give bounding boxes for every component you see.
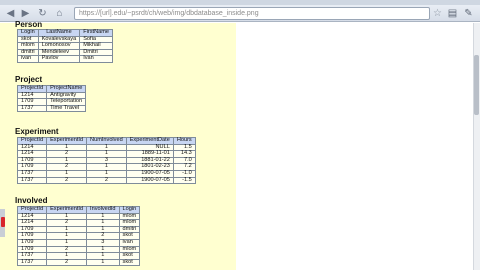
table-cell: 1737	[16, 176, 48, 185]
table-row: 1737 1 1 skot	[16, 252, 141, 260]
address-bar[interactable]: https://[url].edu/~psrdt/ch/web/img/dbda…	[74, 7, 430, 20]
table-row: 1214 2 1 mlom	[16, 219, 141, 227]
left-edge-marker	[1, 217, 5, 227]
table-row: 1737 2 1 skot	[16, 258, 141, 267]
home-icon[interactable]: ⌂	[53, 7, 66, 20]
table-cell: 1737	[16, 104, 48, 113]
table-cell: 1737	[16, 258, 48, 267]
table-row: 1709 2 1 mlom	[16, 245, 141, 254]
table-row: 1214 1 1 mlom	[16, 212, 141, 221]
section-title-experiment: Experiment	[15, 127, 59, 136]
table-cell: 1	[86, 258, 120, 267]
table-row: 1737 Time Travel	[16, 104, 87, 113]
table-row: dmitri Mendeleev Dmitri	[17, 48, 113, 57]
reload-icon[interactable]: ↻	[36, 7, 49, 20]
involved-table: ProjectId ExperimentId InvolvedId Login 1214…	[16, 206, 141, 267]
table-cell: 2	[86, 176, 127, 185]
person-table: Login LastName FirstName skot Kovalevskaya So…	[17, 29, 113, 63]
table-cell: 1900-07-05	[125, 176, 174, 185]
vertical-scrollbar[interactable]	[473, 23, 480, 270]
table-header-row: ProjectId ExperimentId InvolvedId Login	[16, 206, 141, 214]
experiment-table: ProjectId ExperimentId NumInvolved Experime…	[16, 137, 196, 185]
section-title-person: Person	[15, 20, 43, 29]
back-arrow-icon[interactable]: ◀	[4, 7, 17, 20]
table-row: 1709 1 1 dmitri	[16, 225, 141, 234]
table-cell: -1.5	[172, 176, 196, 185]
table-row: 1737 2 2 1900-07-05 -1.5	[16, 176, 196, 185]
wrench-icon[interactable]: ✎	[462, 7, 475, 20]
table-cell: ivan	[17, 55, 39, 63]
section-title-project: Project	[15, 75, 43, 84]
table-cell: Time Travel	[46, 104, 87, 113]
forward-arrow-icon[interactable]: ▶	[19, 7, 32, 20]
table-cell: skot	[118, 258, 141, 267]
table-cell: Ivan	[79, 55, 113, 63]
scrollbar-thumb[interactable]	[474, 55, 479, 115]
section-title-involved: Involved	[15, 196, 48, 205]
page-content: Person Login LastName FirstName skot Kovalev…	[0, 20, 480, 270]
bookmark-star-icon[interactable]: ☆	[433, 7, 442, 20]
project-table: ProjectId ProjectName 1214 Antigravity 1709 T…	[16, 85, 87, 113]
table-cell: 2	[46, 176, 88, 185]
page-menu-icon[interactable]: ▤	[446, 7, 459, 20]
table-cell: 2	[46, 258, 88, 267]
table-row: ivan Pavlov Ivan	[17, 55, 113, 63]
browser-toolbar: ◀ ▶ ↻ ⌂ https://[url].edu/~psrdt/ch/web/…	[0, 5, 480, 22]
table-row: 1709 1 3 ivan	[16, 238, 141, 247]
table-row: 1709 1 2 skot	[16, 232, 141, 240]
table-cell: Pavlov	[37, 55, 81, 63]
tables-panel: Person Login LastName FirstName skot Kovalev…	[0, 20, 236, 270]
